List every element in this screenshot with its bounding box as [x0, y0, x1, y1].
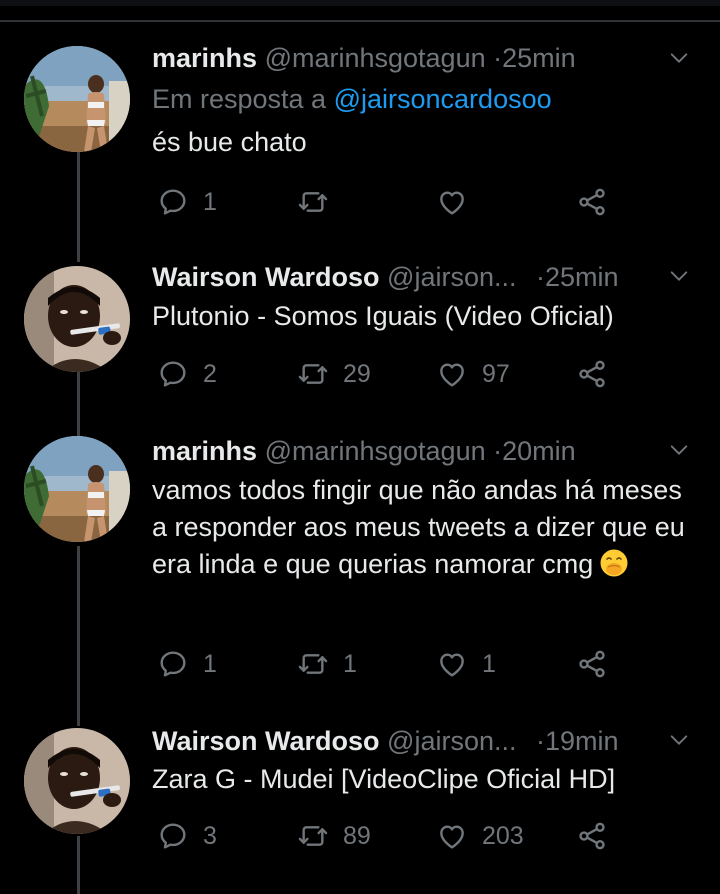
thread-line: [77, 546, 80, 726]
reply-count: 1: [203, 649, 217, 678]
like-button[interactable]: 203: [436, 816, 524, 856]
heart-icon: [436, 186, 468, 218]
like-button[interactable]: 97: [436, 354, 510, 394]
speech-bubble-icon: [157, 186, 189, 218]
reply-count: 2: [203, 359, 217, 388]
avatar-photo: [24, 46, 130, 152]
user-handle[interactable]: @jairson...: [387, 262, 516, 292]
retweet-button[interactable]: 1: [297, 644, 357, 684]
chevron-down-icon[interactable]: [668, 47, 690, 69]
user-handle[interactable]: @jairson...: [387, 726, 516, 756]
speech-bubble-icon: [157, 820, 189, 852]
tweet-header: Wairson Wardoso @jairson... ·25min: [152, 260, 652, 294]
chevron-down-icon[interactable]: [668, 439, 690, 461]
face-with-hand-over-mouth-icon: [600, 549, 628, 577]
share-button[interactable]: [576, 644, 608, 684]
timestamp[interactable]: 25min: [545, 262, 619, 292]
tweet-text[interactable]: Plutonio - Somos Iguais (Video Oficial): [152, 298, 692, 335]
chevron-down-icon[interactable]: [668, 265, 690, 287]
user-handle[interactable]: @marinhsgotagun: [265, 436, 486, 466]
thread-line: [77, 152, 80, 262]
tweet-text[interactable]: Zara G - Mudei [VideoClipe Oficial HD]: [152, 761, 692, 798]
retweet-count: 89: [343, 821, 371, 850]
heart-icon: [436, 648, 468, 680]
tweet-text: vamos todos fingir que não andas há mese…: [152, 472, 692, 583]
timestamp[interactable]: 25min: [502, 43, 576, 73]
avatar[interactable]: [24, 46, 130, 152]
thread-line: [77, 836, 80, 894]
avatar-photo: [24, 728, 130, 834]
separator: ·: [536, 262, 545, 292]
heart-icon: [436, 358, 468, 390]
speech-bubble-icon: [157, 358, 189, 390]
separator: ·: [493, 436, 503, 466]
reply-count: 1: [203, 187, 217, 216]
tweet-actions: 1 1 1: [152, 644, 632, 684]
avatar-photo: [24, 436, 130, 542]
top-bar: [0, 0, 720, 6]
avatar-photo: [24, 266, 130, 372]
reply-button[interactable]: 2: [157, 354, 217, 394]
retweet-count: 1: [343, 649, 357, 678]
retweet-button[interactable]: 29: [297, 354, 371, 394]
like-count: 203: [482, 821, 524, 850]
like-count: 97: [482, 359, 510, 388]
timestamp[interactable]: 20min: [502, 436, 576, 466]
reply-button[interactable]: 1: [157, 182, 217, 222]
user-handle[interactable]: @marinhsgotagun: [265, 43, 486, 73]
share-icon: [576, 186, 608, 218]
like-count: 1: [482, 649, 496, 678]
top-divider: [0, 20, 720, 22]
retweet-icon: [297, 186, 329, 218]
retweet-button[interactable]: [297, 182, 343, 222]
reply-button[interactable]: 3: [157, 816, 217, 856]
tweet-header: marinhs @marinhsgotagun ·25min: [152, 41, 576, 75]
share-icon: [576, 648, 608, 680]
tweet-text: és bue chato: [152, 127, 307, 157]
display-name[interactable]: Wairson Wardoso: [152, 726, 380, 756]
tweet-actions: 1: [152, 182, 632, 222]
separator: ·: [493, 43, 503, 73]
display-name[interactable]: marinhs: [152, 43, 257, 73]
share-button[interactable]: [576, 816, 608, 856]
reply-count: 3: [203, 821, 217, 850]
speech-bubble-icon: [157, 648, 189, 680]
tweet-header: Wairson Wardoso @jairson... ·19min: [152, 724, 652, 758]
tweet-actions: 2 29 97: [152, 354, 632, 394]
share-icon: [576, 358, 608, 390]
share-icon: [576, 820, 608, 852]
reply-button[interactable]: 1: [157, 644, 217, 684]
display-name[interactable]: marinhs: [152, 436, 257, 466]
separator: ·: [536, 726, 545, 756]
share-button[interactable]: [576, 182, 608, 222]
retweet-icon: [297, 820, 329, 852]
share-button[interactable]: [576, 354, 608, 394]
thread-line: [77, 372, 80, 436]
avatar[interactable]: [24, 266, 130, 372]
chevron-down-icon[interactable]: [668, 729, 690, 751]
retweet-button[interactable]: 89: [297, 816, 371, 856]
retweet-count: 29: [343, 359, 371, 388]
reply-context: Em resposta a @jairsoncardosoo: [152, 82, 552, 116]
retweet-icon: [297, 358, 329, 390]
avatar[interactable]: [24, 436, 130, 542]
tweet-actions: 3 89 203: [152, 816, 632, 856]
like-button[interactable]: 1: [436, 644, 496, 684]
timestamp[interactable]: 19min: [545, 726, 619, 756]
reply-prefix: Em resposta a: [152, 84, 327, 114]
heart-icon: [436, 820, 468, 852]
display-name[interactable]: Wairson Wardoso: [152, 262, 380, 292]
tweet-header: marinhs @marinhsgotagun ·20min: [152, 434, 576, 468]
like-button[interactable]: [436, 182, 482, 222]
avatar[interactable]: [24, 728, 130, 834]
reply-mention-link[interactable]: @jairsoncardosoo: [334, 84, 552, 114]
retweet-icon: [297, 648, 329, 680]
